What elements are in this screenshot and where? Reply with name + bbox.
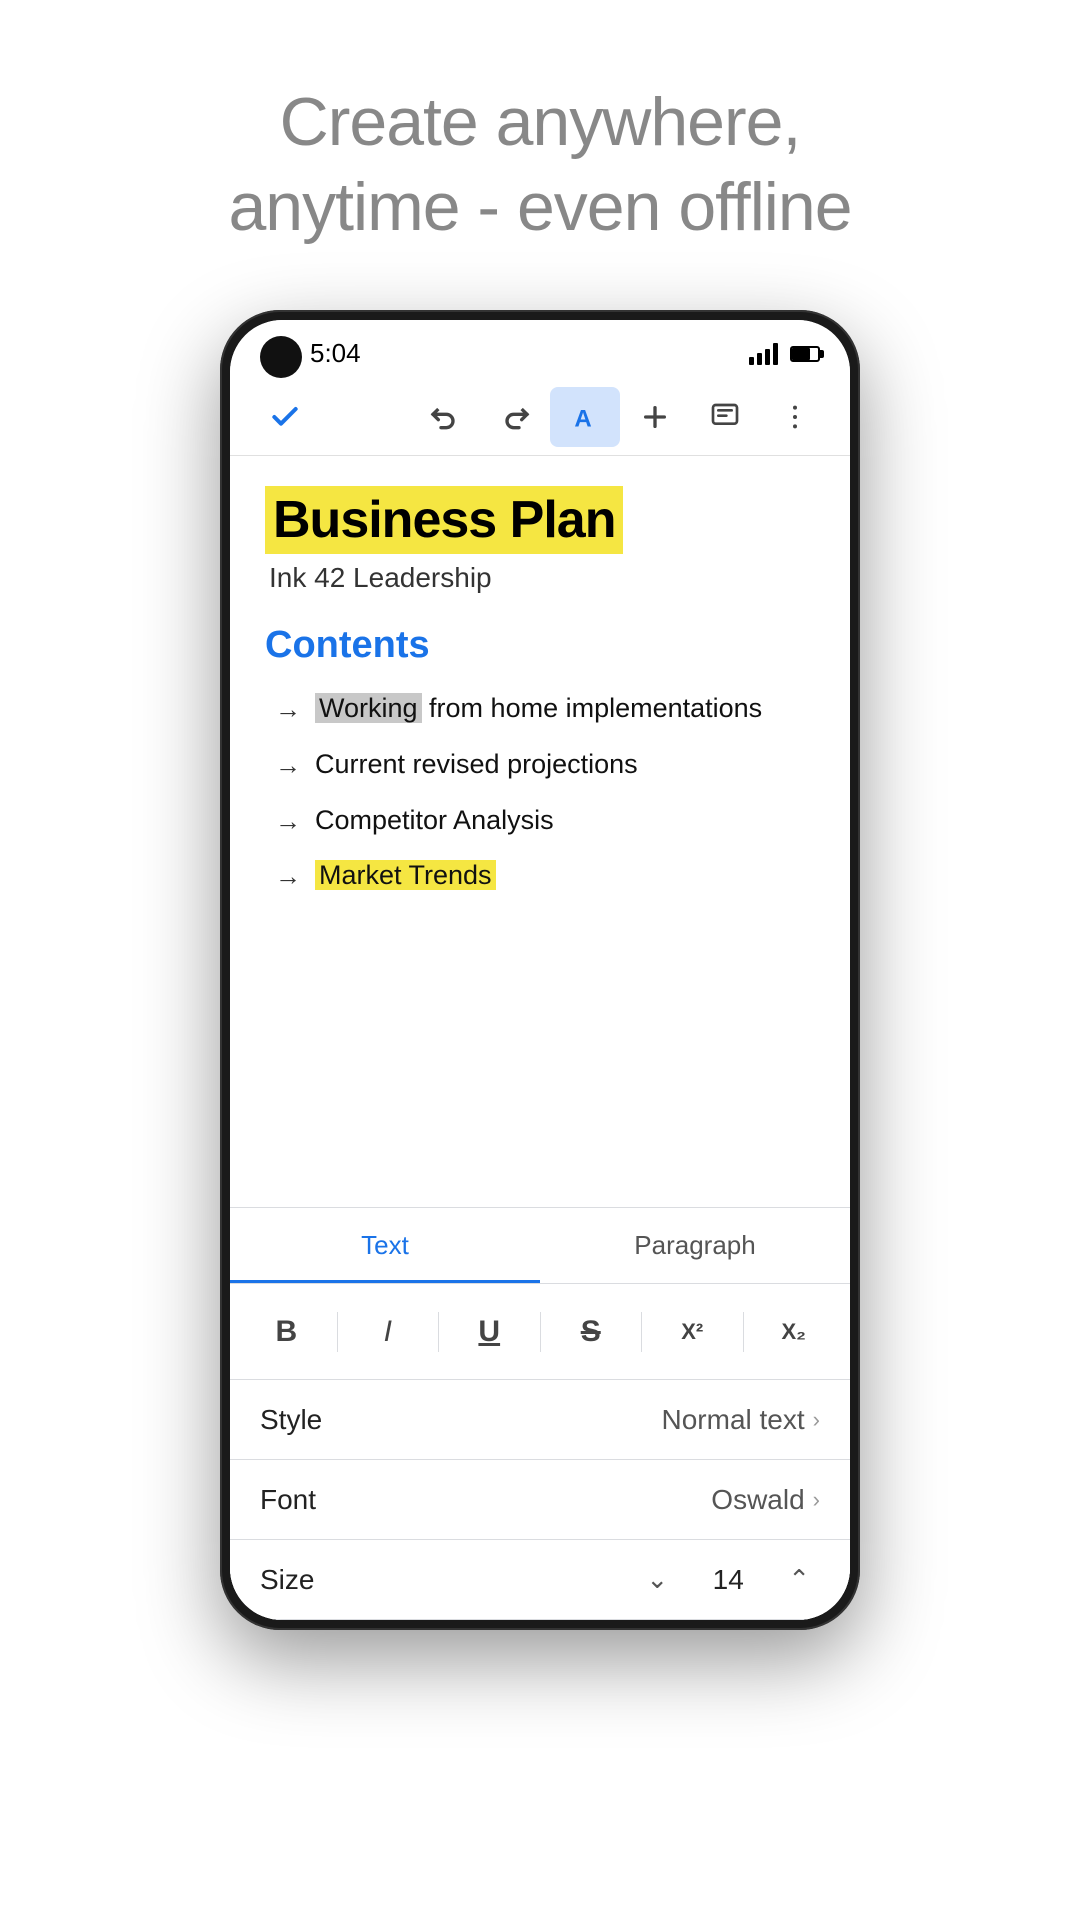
document-subtitle: Ink 42 Leadership xyxy=(265,562,815,594)
battery-fill xyxy=(792,348,810,360)
arrow-icon: → xyxy=(275,693,301,727)
font-label: Font xyxy=(260,1484,711,1516)
size-row: Size ⌄ 14 ⌃ xyxy=(230,1540,850,1620)
font-row[interactable]: Font Oswald › xyxy=(230,1460,850,1540)
format-tabs: Text Paragraph xyxy=(230,1208,850,1284)
list-item: → Current revised projections xyxy=(275,747,815,783)
phone-wrapper: 5:04 xyxy=(0,290,1080,1630)
divider xyxy=(540,1312,541,1352)
size-label: Size xyxy=(260,1564,636,1596)
status-icons xyxy=(749,343,820,365)
font-value: Oswald › xyxy=(711,1484,820,1516)
signal-icon xyxy=(749,343,778,365)
status-time: 5:04 xyxy=(310,338,361,369)
list-item-text: Current revised projections xyxy=(315,747,638,782)
size-increase-button[interactable]: ⌃ xyxy=(778,1554,820,1605)
chevron-right-icon: › xyxy=(813,1487,820,1513)
list-item: → Market Trends xyxy=(275,858,815,894)
list-item: → Working from home implementations xyxy=(275,691,815,727)
more-button[interactable] xyxy=(760,387,830,447)
italic-button[interactable]: I xyxy=(361,1304,414,1359)
highlight-market: Market Trends xyxy=(315,860,496,890)
list-item: → Competitor Analysis xyxy=(275,803,815,839)
list-item-text: Competitor Analysis xyxy=(315,803,554,838)
document-title-highlight: Business Plan xyxy=(265,486,623,554)
text-format-button[interactable]: A xyxy=(550,387,620,447)
format-rows: Style Normal text › Font Oswald › xyxy=(230,1380,850,1620)
svg-text:A: A xyxy=(574,405,591,432)
document-content: Business Plan Ink 42 Leadership Contents… xyxy=(230,456,850,976)
document-list: → Working from home implementations → Cu… xyxy=(265,691,815,894)
comment-button[interactable] xyxy=(690,387,760,447)
divider xyxy=(337,1312,338,1352)
size-value: 14 xyxy=(708,1564,748,1596)
size-controls: ⌄ 14 ⌃ xyxy=(636,1554,820,1605)
status-bar: 5:04 xyxy=(230,320,850,379)
style-row[interactable]: Style Normal text › xyxy=(230,1380,850,1460)
highlight-working: Working xyxy=(315,693,422,723)
size-decrease-button[interactable]: ⌄ xyxy=(636,1554,678,1605)
subscript-button[interactable]: X₂ xyxy=(767,1304,820,1359)
phone: 5:04 xyxy=(220,310,860,1630)
document-title: Business Plan xyxy=(273,491,615,549)
format-panel: Text Paragraph B I U S X² xyxy=(230,1207,850,1620)
divider xyxy=(641,1312,642,1352)
format-buttons-row: B I U S X² X₂ xyxy=(230,1284,850,1380)
phone-screen: 5:04 xyxy=(230,320,850,1620)
toolbar: A xyxy=(230,379,850,456)
battery-icon xyxy=(790,346,820,362)
arrow-icon: → xyxy=(275,805,301,839)
camera-hole xyxy=(260,336,302,378)
divider xyxy=(743,1312,744,1352)
style-value: Normal text › xyxy=(662,1404,820,1436)
hero-text: Create anywhere, anytime - even offline xyxy=(0,0,1080,290)
arrow-icon: → xyxy=(275,749,301,783)
hero-line1: Create anywhere, xyxy=(280,84,801,160)
bold-button[interactable]: B xyxy=(260,1304,313,1359)
document-section-title: Contents xyxy=(265,624,815,667)
tab-paragraph[interactable]: Paragraph xyxy=(540,1208,850,1283)
arrow-icon: → xyxy=(275,860,301,894)
superscript-button[interactable]: X² xyxy=(666,1304,719,1359)
tab-text[interactable]: Text xyxy=(230,1208,540,1283)
style-label: Style xyxy=(260,1404,662,1436)
strikethrough-button[interactable]: S xyxy=(564,1304,617,1359)
undo-button[interactable] xyxy=(410,387,480,447)
underline-button[interactable]: U xyxy=(463,1304,516,1359)
chevron-right-icon: › xyxy=(813,1407,820,1433)
list-item-text: Market Trends xyxy=(315,858,496,893)
divider xyxy=(438,1312,439,1352)
add-button[interactable] xyxy=(620,387,690,447)
list-item-text: Working from home implementations xyxy=(315,691,762,726)
redo-button[interactable] xyxy=(480,387,550,447)
hero-line2: anytime - even offline xyxy=(228,169,851,245)
check-button[interactable] xyxy=(250,387,320,447)
